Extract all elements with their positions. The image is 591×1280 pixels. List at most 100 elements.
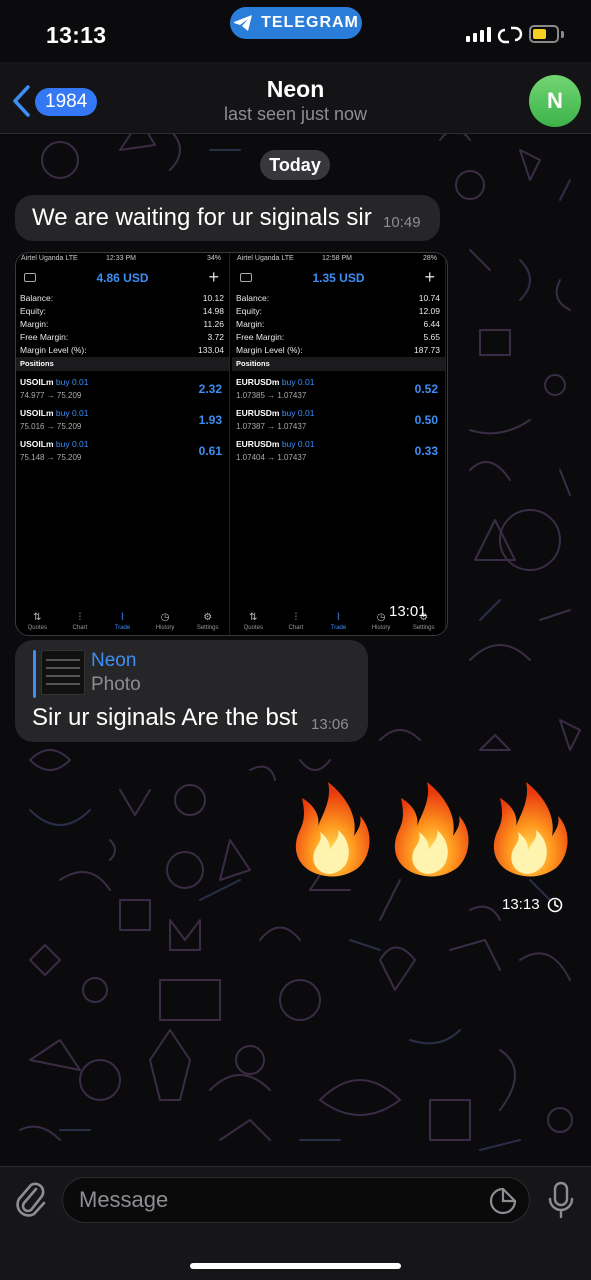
symbol: EURUSDm [236,439,280,449]
battery-level [533,29,546,39]
balance-title: 4.86 USD [96,271,149,285]
chat-header: 1984 Neon last seen just now N [0,62,591,134]
tab-trade: ⌇ Trade [114,612,131,631]
account-label: Balance: [236,293,270,303]
tab-label: Settings [196,625,219,631]
microphone-icon[interactable] [547,1181,575,1221]
tab-label: Quotes [243,625,263,631]
account-value: 12.09 [418,306,440,316]
account-row: Margin: 11.26 [20,319,224,329]
position-row: EURUSDm buy 0.01 1.07387 → 1.07437 0.50 [236,408,440,436]
tab-quotes: ⇅ Quotes [243,612,263,631]
account-row: Margin Level (%): 133.04 [20,345,224,355]
account-label: Balance: [20,293,54,303]
position-prices: 75.016 → 75.209 [20,422,82,431]
account-value: 10.12 [202,293,224,303]
screenshot-status-bar: Airtel Uganda LTE 12:33 PM 34% [16,255,229,265]
positions-header: Positions [232,357,445,371]
symbol: USOILm [20,439,54,449]
screenshot-status-bar: Airtel Uganda LTE 12:58 PM 28% [232,255,445,265]
position-row: USOILm buy 0.01 74.977 → 75.209 2.32 [20,377,224,405]
position-prices: 1.07387 → 1.07437 [236,422,307,431]
incoming-reply-message[interactable]: Neon Photo Sir ur siginals Are the bst 1… [15,640,368,742]
trade-screenshot-2: Airtel Uganda LTE 12:58 PM 28% 1.35 USD … [232,253,446,635]
screenshot-time: 12:58 PM [322,255,352,262]
return-to-app-pill[interactable]: TELEGRAM [230,7,362,39]
position-side: buy 0.01 [281,377,315,387]
tab-label: Quotes [27,625,47,631]
sticker-icon[interactable] [489,1187,517,1215]
screenshot-tab-bar: ⇅ Quotes ⫶ Chart ⌇ Trade ◷ History ⚙ Settings [16,609,229,635]
position-side: buy 0.01 [55,377,89,387]
position-symbol: EURUSDm buy 0.01 [236,439,314,449]
account-row: Free Margin: 5.65 [236,332,440,342]
position-row: USOILm buy 0.01 75.016 → 75.209 1.93 [20,408,224,436]
position-row: EURUSDm buy 0.01 1.07404 → 1.07437 0.33 [236,439,440,467]
tab-label: Trade [330,625,347,631]
position-symbol: USOILm buy 0.01 [20,377,89,387]
carrier: Airtel Uganda LTE [237,255,294,262]
tab-label: Chart [72,625,88,631]
position-symbol: EURUSDm buy 0.01 [236,408,314,418]
tab-chart: ⫶ Chart [288,612,304,631]
screenshot-time: 12:33 PM [106,255,136,262]
account-value: 10.74 [418,293,440,303]
message-time: 10:49 [383,214,421,231]
status-bar: 13:13 TELEGRAM [0,0,591,60]
reply-thumbnail[interactable] [41,650,85,695]
account-label: Equity: [20,306,46,316]
account-value: 14.98 [202,306,224,316]
tab-label: Settings [412,625,435,631]
reply-bar [33,650,36,698]
position-row: USOILm buy 0.01 75.148 → 75.209 0.61 [20,439,224,467]
account-row: Balance: 10.12 [20,293,224,303]
sending-clock-icon [547,897,563,913]
home-indicator [190,1263,401,1269]
incoming-message[interactable]: We are waiting for ur siginals sir 10:49 [15,195,440,241]
tab-history: ◷ History [155,612,175,631]
fire-emoji [493,782,568,877]
fire-emoji-message[interactable] [288,780,578,880]
chat-title[interactable]: Neon [0,76,591,103]
position-side: buy 0.01 [55,408,89,418]
account-value: 11.26 [203,319,224,329]
position-pnl: 0.33 [414,444,438,458]
position-row: EURUSDm buy 0.01 1.07385 → 1.07437 0.52 [236,377,440,405]
position-prices: 75.148 → 75.209 [20,453,82,462]
symbol: EURUSDm [236,377,280,387]
account-label: Margin: [20,319,49,329]
message-field[interactable] [62,1177,530,1223]
carrier: Airtel Uganda LTE [21,255,78,262]
account-value: 6.44 [423,319,440,329]
battery-icon [529,25,559,43]
message-input[interactable] [79,1186,479,1214]
position-prices: 74.977 → 75.209 [20,391,82,400]
position-side: buy 0.01 [55,439,89,449]
fire-emoji [295,782,370,877]
screenshot-battery: 28% [422,255,437,262]
message-text: We are waiting for ur siginals sir [32,204,372,231]
plus-icon: + [424,267,435,287]
photo-message[interactable]: Airtel Uganda LTE 12:33 PM 34% 4.86 USD … [15,252,448,636]
date-separator: Today [260,150,330,180]
tab-quotes: ⇅ Quotes [27,612,47,631]
position-side: buy 0.01 [281,408,315,418]
tab-chart: ⫶ Chart [72,612,88,631]
position-pnl: 2.32 [198,382,222,396]
symbol: EURUSDm [236,408,280,418]
tab-settings: ⚙ Settings [196,612,219,631]
account-row: Equity: 12.09 [236,306,440,316]
position-side: buy 0.01 [281,439,315,449]
message-time: 13:13 [502,896,540,913]
photo-time: 13:01 [389,603,427,620]
account-label: Free Margin: [20,332,69,342]
position-pnl: 0.50 [414,413,438,427]
account-value: 187.73 [414,345,440,355]
paperclip-icon[interactable] [14,1179,48,1219]
message-text: Sir ur siginals Are the bst [32,704,298,731]
avatar[interactable]: N [529,75,581,127]
account-value: 3.72 [207,332,224,342]
reply-sender: Neon [91,650,137,671]
account-row: Margin: 6.44 [236,319,440,329]
tab-label: History [371,625,391,631]
